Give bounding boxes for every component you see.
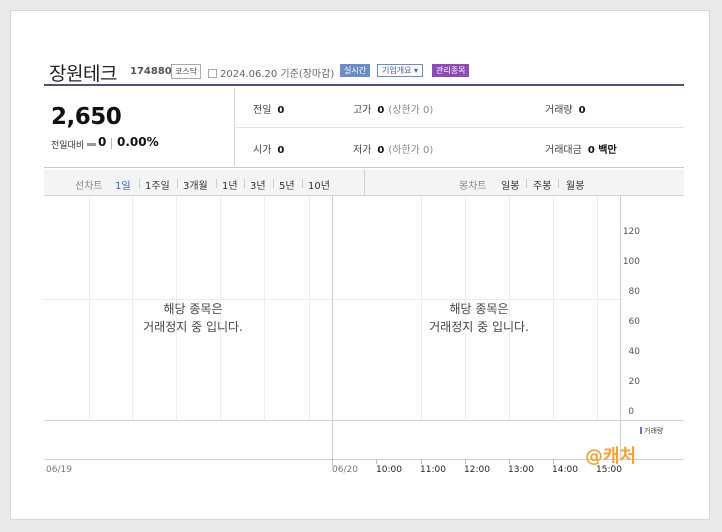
stat-label: 거래량 <box>545 105 573 116</box>
stat-value: 0 <box>377 105 385 116</box>
stat-value: 0 <box>578 105 586 116</box>
volume-legend-label: 거래량 <box>644 427 664 435</box>
suspended-message-left: 해당 종목은 거래정지 중 입니다. <box>93 300 293 336</box>
stat-value: 0 <box>377 145 385 156</box>
range-1y[interactable]: 1년 <box>222 177 238 192</box>
corp-info-dropdown[interactable]: 기업개요 ▾ <box>377 64 423 77</box>
y-tick-label: 20 <box>628 377 640 387</box>
candle-weekly[interactable]: 주봉 <box>533 177 551 192</box>
flat-change-icon <box>87 143 96 146</box>
stat-label: 고가 <box>353 105 372 116</box>
managed-stock-badge: 관리종목 <box>432 64 470 77</box>
y-tick-label: 120 <box>622 227 640 237</box>
base-date-text: 2024.06.20 기준(장마감) <box>220 69 335 80</box>
range-1d[interactable]: 1일 <box>115 177 131 192</box>
suspended-line2: 거래정지 중 입니다. <box>429 320 529 334</box>
range-3m[interactable]: 3개월 <box>183 177 208 192</box>
stat-value: 0 <box>277 105 285 116</box>
stat-value: 0 <box>277 145 285 156</box>
stat-label: 전일 <box>253 105 272 116</box>
stat-high: 고가 0 (상한가 0) <box>353 101 433 116</box>
range-divider <box>364 170 365 196</box>
change-value: 0 <box>98 135 107 149</box>
range-sep <box>139 179 140 188</box>
watermark-text: @캐처 <box>585 446 637 467</box>
x-time-label: 10:00 <box>376 465 402 475</box>
candle-chart-label: 봉차트 <box>459 181 487 192</box>
calendar-icon <box>208 69 217 78</box>
stock-code: 174880 <box>130 66 172 77</box>
base-date: 2024.06.20 기준(장마감) <box>208 65 334 80</box>
suspended-message-right: 해당 종목은 거래정지 중 입니다. <box>379 300 579 336</box>
x-time-label: 14:00 <box>552 465 578 475</box>
stat-low: 저가 0 (하한가 0) <box>353 141 433 156</box>
candle-daily[interactable]: 일봉 <box>501 177 519 192</box>
stock-name: 장원테크 <box>49 63 117 85</box>
x-date-label: 06/19 <box>46 465 72 475</box>
y-tick-label: 100 <box>622 257 640 267</box>
chart-range-bar: 선차트 1일 1주일 3개월 1년 3년 5년 10년 봉차트 일봉 주봉 월봉 <box>44 170 684 196</box>
change-label: 전일대비 <box>51 141 85 151</box>
range-10y[interactable]: 10년 <box>308 177 330 192</box>
stat-label: 저가 <box>353 145 372 156</box>
suspended-line1: 해당 종목은 <box>163 302 223 316</box>
x-time-label: 12:00 <box>464 465 490 475</box>
market-badge: 코스닥 <box>171 64 202 79</box>
stat-volume: 거래량 0 <box>545 101 586 116</box>
range-sep <box>302 179 303 188</box>
price-chart: 120 100 80 60 40 20 0 해당 종목은 거래정지 중 입니다.… <box>44 196 684 490</box>
stat-label: 시가 <box>253 145 272 156</box>
suspended-line2: 거래정지 중 입니다. <box>143 320 243 334</box>
range-sep <box>526 179 527 188</box>
realtime-button[interactable]: 실시간 <box>340 64 371 77</box>
y-tick-label: 60 <box>628 317 640 327</box>
stat-prev-close: 전일 0 <box>253 101 284 116</box>
change-divider <box>111 138 112 149</box>
range-sep <box>177 179 178 188</box>
range-sep <box>216 179 217 188</box>
stock-panel: 장원테크 174880 코스닥 2024.06.20 기준(장마감) 실시간 기… <box>44 42 684 490</box>
y-tick-label: 40 <box>628 347 640 357</box>
stats-divider-horizontal <box>234 127 684 128</box>
candle-monthly[interactable]: 월봉 <box>566 177 584 192</box>
range-1w[interactable]: 1주일 <box>145 177 170 192</box>
stat-amount: 거래대금 0 백만 <box>545 141 617 156</box>
range-5y[interactable]: 5년 <box>279 177 295 192</box>
range-sep <box>244 179 245 188</box>
y-tick-label: 80 <box>628 287 640 297</box>
range-sep <box>558 179 559 188</box>
stat-label: 거래대금 <box>545 145 582 156</box>
y-tick-label: 0 <box>628 407 634 417</box>
change-percent: 0.00% <box>117 135 159 149</box>
range-sep <box>273 179 274 188</box>
stat-sub: (상한가 0) <box>388 105 434 116</box>
suspended-line1: 해당 종목은 <box>449 302 509 316</box>
volume-legend-swatch <box>640 427 642 434</box>
stat-sub: (하한가 0) <box>388 145 434 156</box>
x-date-label: 06/20 <box>332 465 358 475</box>
x-time-label: 13:00 <box>508 465 534 475</box>
stock-header: 장원테크 174880 코스닥 2024.06.20 기준(장마감) 실시간 기… <box>44 42 684 86</box>
stat-open: 시가 0 <box>253 141 284 156</box>
volume-legend: 거래량 <box>640 426 663 436</box>
x-time-label: 11:00 <box>420 465 446 475</box>
stat-value: 0 백만 <box>587 145 617 156</box>
range-3y[interactable]: 3년 <box>250 177 266 192</box>
current-price: 2,650 <box>51 104 122 130</box>
line-chart-label: 선차트 <box>75 181 103 192</box>
